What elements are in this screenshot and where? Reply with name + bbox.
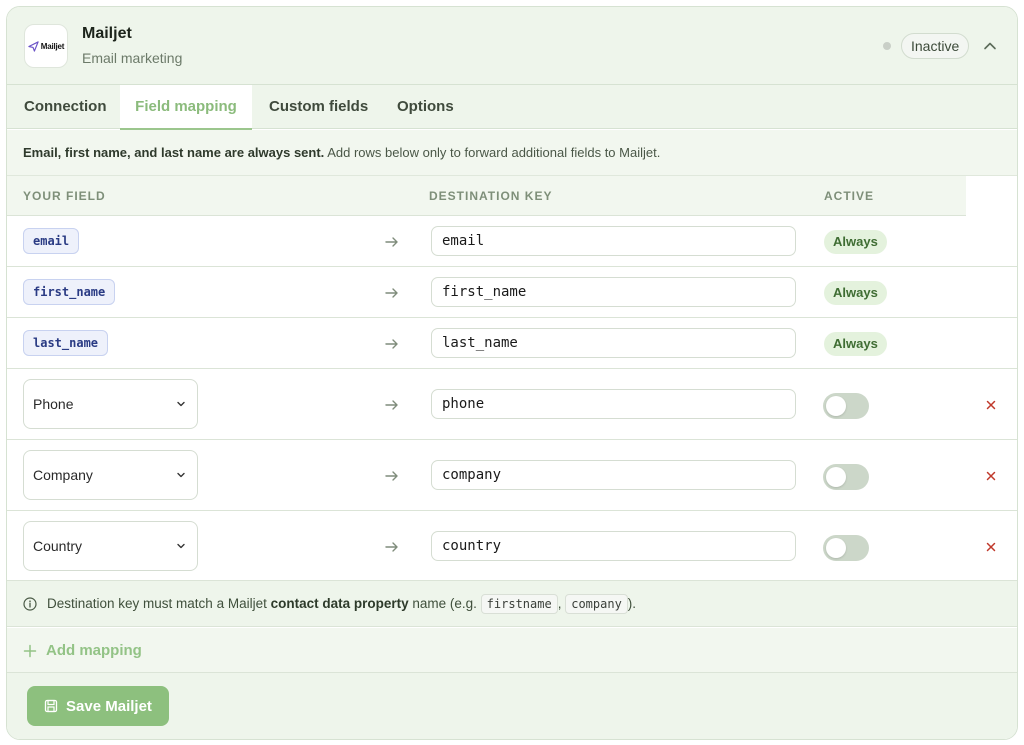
plus-icon: [23, 644, 37, 657]
example-code: firstname: [480, 594, 558, 615]
note-suffix: ).: [627, 596, 637, 611]
tab-connection[interactable]: Connection: [24, 85, 107, 129]
destination-key-input[interactable]: email: [431, 226, 796, 256]
field-chip: last_name: [23, 330, 109, 356]
field-chip: email: [23, 228, 80, 254]
status-badge: Inactive: [901, 33, 970, 59]
active-toggle[interactable]: [823, 464, 869, 490]
arrow-right-icon: [385, 288, 398, 298]
mailjet-logo: Mailjet: [24, 24, 68, 68]
always-badge: Always: [824, 332, 887, 356]
arrow-right-icon: [385, 542, 398, 552]
table-row: email email Always: [7, 216, 1017, 267]
card-header[interactable]: Mailjet Mailjet Email marketing Inactive: [7, 7, 1017, 85]
arrow-right-icon: [385, 339, 398, 349]
field-select[interactable]: Country: [23, 521, 198, 571]
field-select-value: Company: [33, 467, 93, 483]
toggle-knob: [826, 538, 846, 558]
field-select[interactable]: Company: [23, 450, 198, 500]
destination-key-input[interactable]: phone: [431, 389, 796, 419]
header-your-field: YOUR FIELD: [23, 189, 106, 203]
destination-key-input[interactable]: last_name: [431, 328, 796, 358]
destination-key-input[interactable]: country: [431, 531, 796, 561]
table-header: YOUR FIELD DESTINATION KEY ACTIVE: [7, 176, 966, 216]
chevron-up-icon[interactable]: [980, 36, 1000, 56]
chevron-down-icon: [177, 543, 185, 549]
add-mapping-row: Add mapping: [7, 628, 1017, 673]
remove-row-icon[interactable]: [984, 469, 998, 483]
field-select-value: Country: [33, 538, 83, 554]
active-toggle[interactable]: [823, 393, 869, 419]
note-middle: name (e.g.: [408, 596, 481, 611]
destination-key-input[interactable]: company: [431, 460, 796, 490]
always-badge: Always: [824, 281, 887, 305]
card-footer: Save Mailjet: [7, 673, 1017, 739]
table-row: first_name first_name Always: [7, 267, 1017, 318]
tab-field-mapping[interactable]: Field mapping: [120, 85, 252, 130]
remove-row-icon[interactable]: [984, 540, 998, 554]
paper-plane-icon: [28, 40, 39, 52]
save-label: Save Mailjet: [66, 697, 152, 715]
field-chip: first_name: [23, 279, 116, 305]
arrow-right-icon: [385, 400, 398, 410]
chevron-down-icon: [177, 401, 185, 407]
integration-name: Mailjet: [82, 25, 132, 42]
table-row: Company company: [7, 440, 1017, 511]
add-mapping-button[interactable]: Add mapping: [23, 628, 142, 673]
info-banner: Email, first name, and last name are alw…: [7, 130, 1017, 176]
tab-options[interactable]: Options: [397, 85, 454, 129]
destination-key-input[interactable]: first_name: [431, 277, 796, 307]
header-destination-key: DESTINATION KEY: [429, 189, 553, 203]
active-toggle[interactable]: [823, 535, 869, 561]
integration-card: Mailjet Mailjet Email marketing Inactive…: [6, 6, 1018, 740]
always-badge: Always: [824, 230, 887, 254]
note-bold: contact data property: [270, 596, 409, 611]
example-code: company: [565, 594, 628, 615]
arrow-right-icon: [385, 471, 398, 481]
chevron-down-icon: [177, 472, 185, 478]
info-icon: [23, 597, 37, 611]
status-dot: [883, 42, 891, 50]
info-bold: Email, first name, and last name are alw…: [23, 145, 325, 160]
remove-row-icon[interactable]: [984, 398, 998, 412]
field-select-value: Phone: [33, 396, 74, 412]
add-mapping-label: Add mapping: [46, 642, 142, 659]
toggle-knob: [826, 467, 846, 487]
info-text: Add rows below only to forward additiona…: [324, 145, 661, 160]
save-icon: [44, 699, 58, 713]
note-prefix: Destination key must match a Mailjet: [47, 596, 271, 611]
table-row: last_name last_name Always: [7, 318, 1017, 369]
note-sep: ,: [557, 596, 566, 611]
save-button[interactable]: Save Mailjet: [27, 686, 169, 726]
arrow-right-icon: [385, 237, 398, 247]
tab-custom-fields[interactable]: Custom fields: [269, 85, 368, 129]
tab-bar: Connection Field mapping Custom fields O…: [7, 85, 1017, 130]
table-row: Phone phone: [7, 369, 1017, 440]
toggle-knob: [826, 396, 846, 416]
integration-subtitle: Email marketing: [82, 50, 183, 66]
logo-text: Mailjet: [40, 41, 65, 51]
table-row: Country country: [7, 511, 1017, 581]
destination-key-note: Destination key must match a Mailjet con…: [7, 581, 1017, 627]
field-select[interactable]: Phone: [23, 379, 198, 429]
header-active: ACTIVE: [824, 189, 875, 203]
